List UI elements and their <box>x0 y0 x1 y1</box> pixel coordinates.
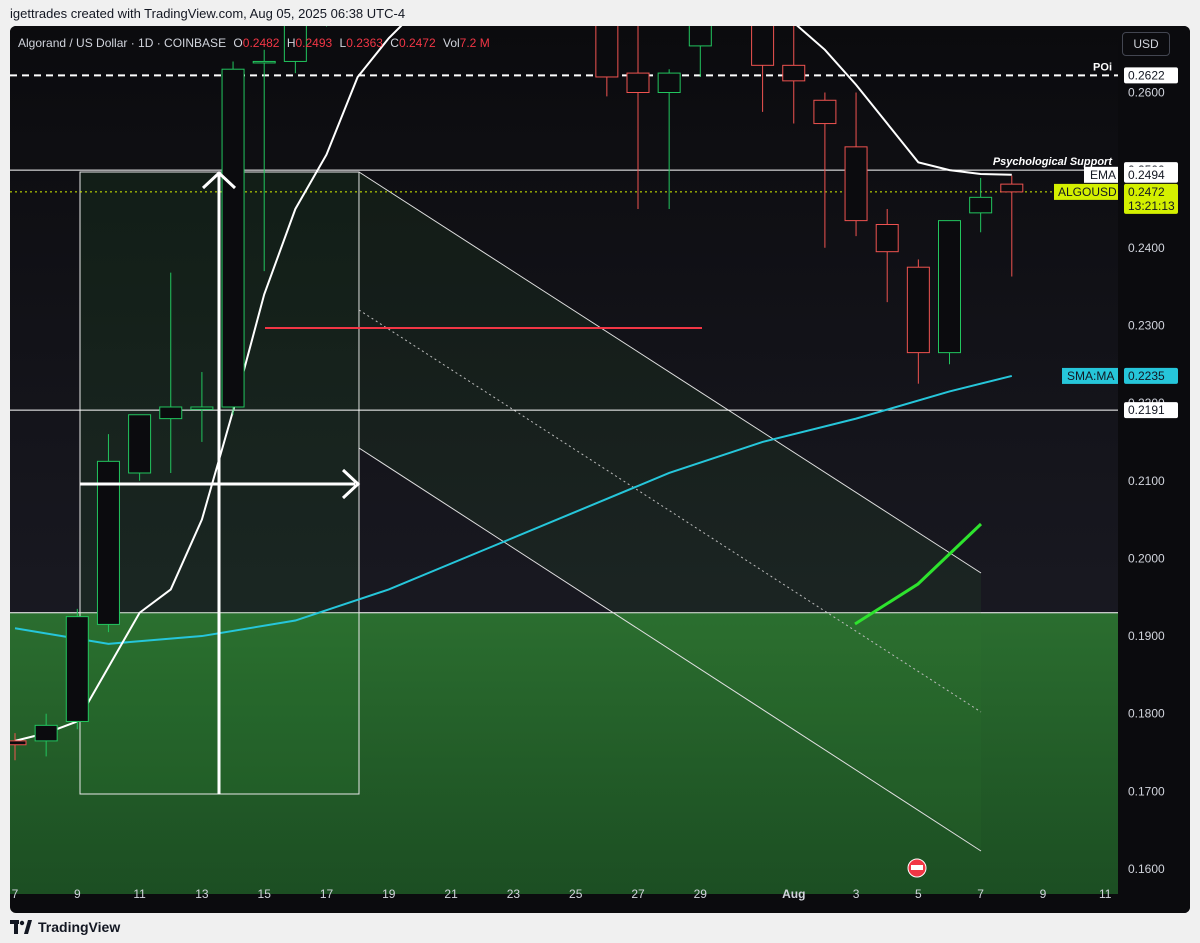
candle-body-5 <box>159 406 183 420</box>
candle-body-21 <box>657 72 681 94</box>
symbol-name: Algorand / US Dollar · 1D · COINBASE <box>18 36 227 50</box>
x-tick-label-0: 7 <box>12 887 19 901</box>
x-tick-label-10: 27 <box>631 887 645 901</box>
volume-value: 7.2 M <box>459 36 490 50</box>
candle-body-1 <box>34 724 58 742</box>
tradingview-brand: TradingView <box>38 919 121 935</box>
close-value: 0.2472 <box>398 36 436 50</box>
x-tick-label-13: 3 <box>853 887 860 901</box>
candle-body-19 <box>595 26 619 78</box>
last-price-tag: 0.2472 <box>1128 185 1165 199</box>
candle-body-29 <box>906 266 930 354</box>
candle-body-8 <box>252 60 276 64</box>
x-tick-label-2: 11 <box>133 887 146 901</box>
chart-frame[interactable]: POiPrevious HighPOiPsychological Support… <box>10 26 1190 913</box>
ema-price-tag: 0.2494 <box>1128 168 1165 182</box>
candle-body-7 <box>221 68 245 408</box>
candle-body-3 <box>96 460 120 625</box>
x-tick-label-11: 29 <box>694 887 708 901</box>
tradingview-logo[interactable]: TradingView <box>10 919 120 935</box>
price-chart[interactable]: POiPrevious HighPOiPsychological Support… <box>10 26 1190 913</box>
sma-label: SMA:MA <box>1067 369 1114 383</box>
high-value: 0.2493 <box>295 36 333 50</box>
y-tick-label-4: 0.2000 <box>1128 551 1165 565</box>
y-tick-label-2: 0.1800 <box>1128 707 1165 721</box>
y-tick-label-0: 0.1600 <box>1128 862 1165 876</box>
ema-label: EMA <box>1090 168 1116 182</box>
price-tag-6: 0.2191 <box>1128 403 1165 417</box>
candle-body-27 <box>844 146 868 222</box>
x-tick-label-1: 9 <box>74 887 81 901</box>
y-tick-label-3: 0.1900 <box>1128 629 1165 643</box>
open-label: O <box>233 36 243 50</box>
candle-body-30 <box>938 220 961 354</box>
tradingview-logo-icon <box>10 920 32 934</box>
top-bar: igettrades created with TradingView.com,… <box>0 0 1200 26</box>
candle-body-0 <box>10 740 27 746</box>
x-tick-label-14: 5 <box>915 887 922 901</box>
candle-body-32 <box>1000 183 1024 193</box>
x-tick-label-15: 7 <box>977 887 984 901</box>
symbol-tag: ALGOUSD <box>1058 185 1117 199</box>
candle-body-22 <box>688 26 712 47</box>
candle-body-31 <box>969 196 993 214</box>
low-value: 0.2363 <box>346 36 383 50</box>
x-tick-label-6: 19 <box>382 887 396 901</box>
y-tick-label-7: 0.2300 <box>1128 318 1165 332</box>
us-flag-event-icon-stripe <box>911 865 923 870</box>
time-axis-panel <box>10 880 1118 913</box>
x-tick-label-12: Aug <box>782 887 805 901</box>
open-value: 0.2482 <box>242 36 280 50</box>
x-tick-label-17: 11 <box>1099 887 1112 901</box>
candle-body-6 <box>190 406 214 410</box>
countdown-tag: 13:21:13 <box>1128 199 1175 213</box>
x-tick-label-16: 9 <box>1040 887 1047 901</box>
y-tick-label-8: 0.2400 <box>1128 241 1165 255</box>
x-tick-label-7: 21 <box>444 887 458 901</box>
bottom-bar: TradingView <box>0 913 1200 943</box>
volume-label: Vol <box>442 36 460 50</box>
candle-body-28 <box>875 224 899 253</box>
y-tick-label-10: 0.2600 <box>1128 86 1165 100</box>
credit-text: igettrades created with TradingView.com,… <box>10 6 406 21</box>
x-tick-label-5: 17 <box>320 887 334 901</box>
candle-body-26 <box>813 99 837 125</box>
y-tick-label-5: 0.2100 <box>1128 474 1165 488</box>
sma-price-tag: 0.2235 <box>1128 369 1165 383</box>
x-tick-label-8: 23 <box>507 887 521 901</box>
y-tick-label-1: 0.1700 <box>1128 784 1165 798</box>
level-label-5: Psychological Support <box>993 156 1114 168</box>
symbol-legend[interactable]: Algorand / US Dollar · 1D · COINBASE O0.… <box>18 36 490 50</box>
candle-body-2 <box>65 616 89 722</box>
candle-body-25 <box>782 64 806 82</box>
candle-body-20 <box>626 72 650 94</box>
x-tick-label-9: 25 <box>569 887 583 901</box>
candle-body-4 <box>128 414 152 474</box>
level-label-4: POi <box>1093 61 1112 73</box>
currency-button[interactable]: USD <box>1122 32 1170 56</box>
x-tick-label-4: 15 <box>258 887 272 901</box>
price-tag-4: 0.2622 <box>1128 68 1165 82</box>
x-tick-label-3: 13 <box>195 887 209 901</box>
close-label: C <box>390 36 399 50</box>
price-axis-panel <box>1118 26 1190 913</box>
candle-body-24 <box>751 26 775 66</box>
